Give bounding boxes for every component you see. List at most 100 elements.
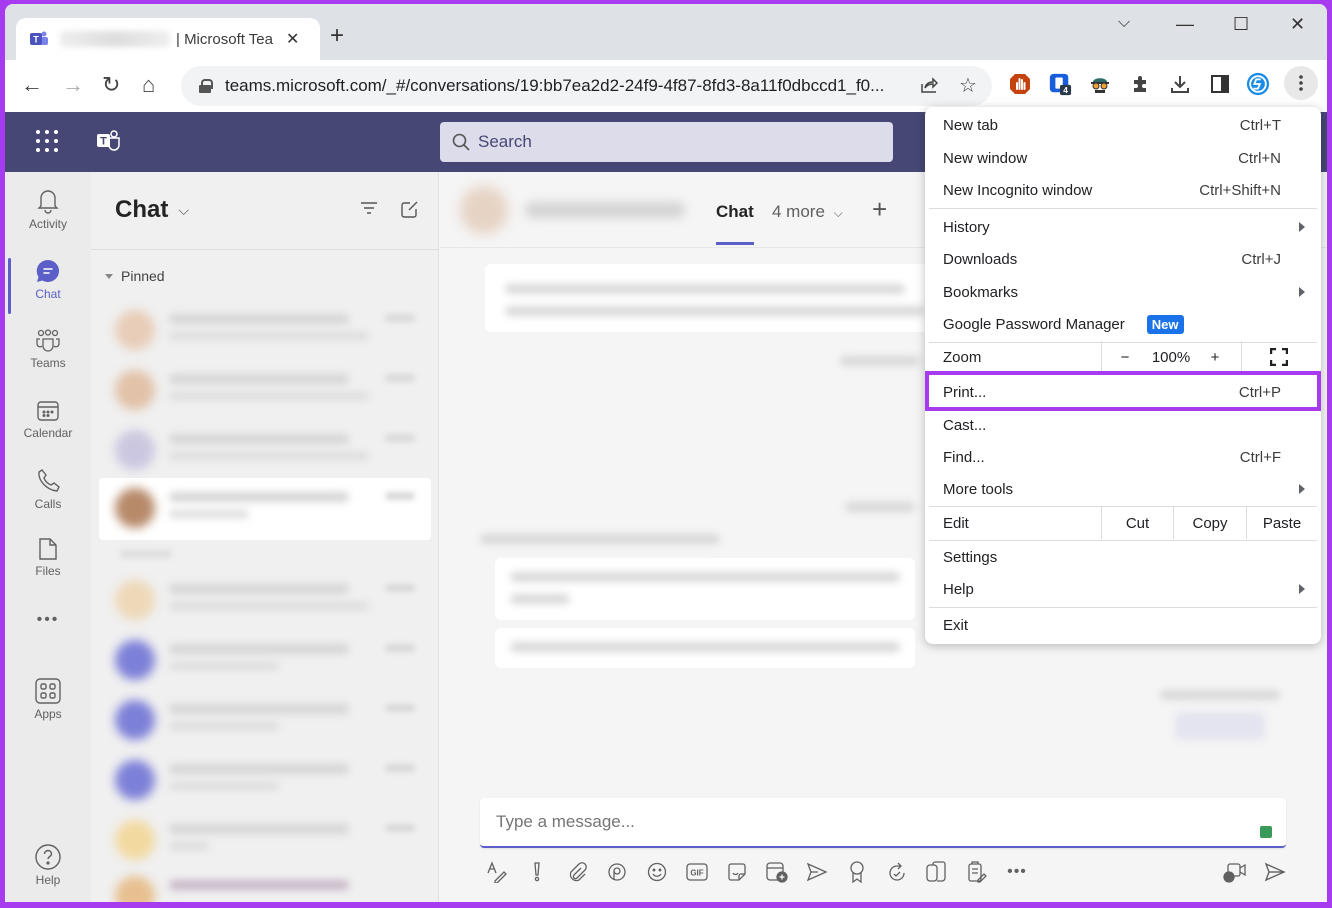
zoom-label: Zoom — [943, 348, 982, 366]
praise-icon[interactable] — [845, 860, 869, 884]
chat-list-item[interactable] — [99, 360, 431, 418]
rail-item-more[interactable]: ••• — [5, 598, 91, 638]
ublock-extension-icon[interactable] — [1008, 72, 1032, 96]
password-extension-icon[interactable]: 4 — [1048, 72, 1072, 96]
menu-item-downloads[interactable]: Downloads Ctrl+J — [925, 243, 1321, 275]
address-bar[interactable]: teams.microsoft.com/_#/conversations/19:… — [181, 66, 992, 106]
chat-list-item[interactable] — [99, 420, 431, 478]
tab-more[interactable]: 4 more ⌵ — [772, 202, 843, 222]
close-icon[interactable]: ✕ — [286, 29, 299, 49]
menu-item-settings[interactable]: Settings — [925, 541, 1321, 573]
tab-search-chevron-icon[interactable]: ⌵ — [1118, 14, 1130, 32]
important-icon[interactable] — [525, 860, 549, 884]
message-input[interactable] — [496, 812, 1196, 832]
fullscreen-button[interactable] — [1241, 341, 1317, 373]
menu-item-new-tab[interactable]: New tab Ctrl+T — [925, 109, 1321, 141]
back-arrow-icon[interactable]: ← — [21, 72, 43, 98]
lock-icon[interactable] — [199, 79, 213, 93]
menu-item-bookmarks[interactable]: Bookmarks — [925, 276, 1321, 308]
more-options-icon[interactable]: ••• — [1005, 860, 1029, 884]
chat-list-item[interactable] — [99, 630, 431, 688]
maximize-button[interactable]: ☐ — [1233, 14, 1249, 35]
new-badge: New — [1146, 314, 1184, 334]
video-message-icon[interactable] — [1223, 860, 1247, 884]
rail-item-teams[interactable]: Teams — [5, 316, 91, 382]
forms-icon[interactable] — [965, 860, 989, 884]
sticker-icon[interactable] — [725, 860, 749, 884]
stream-send-icon[interactable] — [805, 860, 829, 884]
chat-list-item[interactable] — [99, 300, 431, 358]
download-icon[interactable] — [1168, 72, 1192, 96]
bookmark-star-icon[interactable]: ☆ — [959, 73, 977, 98]
schedule-meeting-icon[interactable] — [765, 860, 789, 884]
gif-icon[interactable]: GIF — [685, 860, 709, 884]
zoom-out-button[interactable]: − — [1111, 341, 1139, 373]
send-icon[interactable] — [1263, 860, 1287, 884]
cut-button[interactable]: Cut — [1102, 507, 1173, 539]
rail-item-calendar[interactable]: Calendar — [5, 386, 91, 452]
attach-icon[interactable] — [565, 860, 589, 884]
profile-avatar-icon[interactable] — [1246, 72, 1270, 96]
copy-button[interactable]: Copy — [1174, 507, 1246, 539]
url-text[interactable]: teams.microsoft.com/_#/conversations/19:… — [225, 76, 884, 96]
tab-chat[interactable]: Chat — [716, 202, 754, 245]
home-icon[interactable]: ⌂ — [142, 72, 155, 98]
new-tab-button[interactable]: + — [330, 22, 344, 50]
format-icon[interactable] — [485, 860, 509, 884]
new-chat-compose-icon[interactable] — [401, 200, 419, 223]
filter-icon[interactable] — [359, 200, 379, 221]
side-panel-icon[interactable] — [1208, 72, 1232, 96]
app-launcher-waffle-icon[interactable] — [36, 130, 60, 154]
contact-name-blurred[interactable] — [525, 202, 685, 218]
composer-toolbar: GIF ••• — [485, 858, 1291, 888]
rail-item-files[interactable]: Files — [5, 524, 91, 590]
menu-item-help[interactable]: Help — [925, 573, 1321, 605]
zoom-in-button[interactable]: + — [1203, 341, 1227, 373]
menu-item-cast[interactable]: Cast... — [925, 409, 1321, 441]
chat-list-item[interactable] — [99, 690, 431, 748]
pinned-section-header[interactable]: Pinned — [105, 268, 165, 284]
loop-icon[interactable] — [605, 860, 629, 884]
minimize-button[interactable]: — — [1176, 14, 1194, 35]
rail-item-activity[interactable]: Activity — [5, 176, 91, 242]
chat-list-item[interactable] — [99, 870, 431, 902]
teams-search-box[interactable]: Search — [440, 122, 893, 162]
share-icon[interactable] — [919, 75, 939, 100]
menu-item-find[interactable]: Find... Ctrl+F — [925, 441, 1321, 473]
message-composer[interactable] — [480, 798, 1286, 848]
rail-item-calls[interactable]: Calls — [5, 456, 91, 522]
add-tab-button[interactable]: + — [872, 194, 887, 225]
tab-title-blurred — [60, 31, 170, 47]
menu-item-print[interactable]: Print... Ctrl+P — [925, 376, 1321, 408]
menu-item-exit[interactable]: Exit — [925, 609, 1321, 641]
menu-item-new-window[interactable]: New window Ctrl+N — [925, 142, 1321, 174]
chat-list-item-selected[interactable] — [99, 478, 431, 540]
rail-item-apps[interactable]: Apps — [5, 666, 91, 732]
reload-icon[interactable]: ↻ — [102, 72, 120, 98]
grammarly-status-icon[interactable] — [1260, 826, 1272, 838]
spy-glasses-extension-icon[interactable] — [1088, 72, 1112, 96]
menu-label: New Incognito window — [943, 181, 1093, 199]
chat-list-item[interactable] — [99, 750, 431, 808]
rail-item-help[interactable]: Help — [5, 832, 91, 898]
window-close-button[interactable]: ✕ — [1290, 14, 1305, 35]
zoom-level-value: 100% — [1151, 348, 1191, 366]
menu-item-more-tools[interactable]: More tools — [925, 473, 1321, 505]
browser-tab-teams[interactable]: T | Microsoft Tea ✕ — [16, 18, 320, 60]
menu-item-password-manager[interactable]: Google Password Manager New — [925, 308, 1321, 340]
chrome-menu-button[interactable] — [1284, 66, 1318, 100]
paste-button[interactable]: Paste — [1247, 507, 1317, 539]
update-icon[interactable] — [885, 860, 909, 884]
chat-list-title[interactable]: Chat ⌵ — [115, 196, 189, 224]
rail-item-chat[interactable]: Chat — [5, 246, 91, 314]
forward-arrow-icon[interactable]: → — [62, 72, 84, 98]
rail-label: Files — [35, 563, 61, 578]
emoji-icon[interactable] — [645, 860, 669, 884]
approvals-icon[interactable] — [925, 860, 949, 884]
contact-avatar[interactable] — [460, 186, 508, 234]
extensions-puzzle-icon[interactable] — [1128, 72, 1152, 96]
chat-list-item[interactable] — [99, 810, 431, 868]
chat-list-item[interactable] — [99, 570, 431, 628]
menu-item-history[interactable]: History — [925, 211, 1321, 243]
menu-item-new-incognito-window[interactable]: New Incognito window Ctrl+Shift+N — [925, 174, 1321, 206]
